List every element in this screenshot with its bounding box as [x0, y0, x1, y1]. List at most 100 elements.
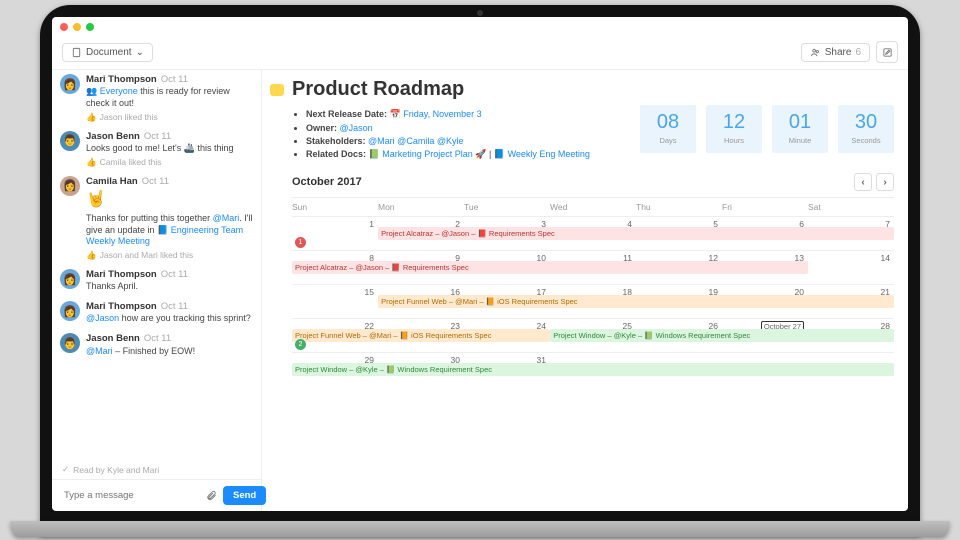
countdown-cell: 01Minute	[772, 105, 828, 153]
day-cell[interactable]: 14	[808, 250, 894, 284]
share-button[interactable]: Share 6	[801, 43, 870, 62]
weekday-header: Sun Mon Tue Wed Thu Fri Sat	[292, 198, 894, 216]
comment-marker-icon[interactable]	[270, 84, 284, 96]
thumbs-up-icon: 👍	[86, 250, 97, 261]
avatar: 👩	[60, 301, 80, 321]
liked-by: 👍Jason liked this	[86, 112, 253, 123]
laptop-frame: Document ⌄ Share 6 👩	[40, 5, 920, 535]
day-cell[interactable]: 1 1	[292, 216, 378, 250]
calendar-event[interactable]: Project Funnel Web – @Mari – 📙 iOS Requi…	[292, 329, 550, 342]
message: 👨 Jason BennOct 11 @Mari – Finished by E…	[60, 333, 253, 357]
chevron-down-icon: ⌄	[136, 47, 144, 58]
metadata-list: Next Release Date: 📅 Friday, November 3 …	[292, 109, 590, 163]
thumbs-up-icon: 👍	[86, 112, 97, 123]
message: 👩 Mari ThompsonOct 11 Thanks April.	[60, 269, 253, 293]
calendar-header: October 2017 ‹ ›	[292, 173, 894, 191]
message-author: Jason Benn	[86, 131, 140, 142]
document-icon	[71, 47, 82, 58]
document-area: Product Roadmap Next Release Date: 📅 Fri…	[262, 70, 908, 511]
top-toolbar: Document ⌄ Share 6	[52, 37, 908, 70]
calendar-month: October 2017	[292, 176, 362, 188]
zoom-dot[interactable]	[86, 23, 94, 31]
message-text: Thanks for putting this together	[86, 213, 213, 223]
calendar-grid[interactable]: 1 1 2 3 4 5 6 7 Project Alcatraz – @Jaso…	[292, 216, 894, 386]
calendar-event[interactable]: Project Alcatraz – @Jason – 📕 Requiremen…	[292, 261, 808, 274]
message-text: how are you tracking this sprint?	[119, 313, 251, 323]
field-label: Owner:	[306, 123, 337, 133]
doc-link[interactable]: 📗 Marketing Project Plan 🚀	[369, 149, 487, 159]
calendar: Sun Mon Tue Wed Thu Fri Sat 1 1 2	[292, 197, 894, 386]
countdown: 08Days 12Hours 01Minute 30Seconds	[640, 105, 894, 153]
dow: Wed	[550, 198, 636, 216]
attach-button[interactable]	[206, 486, 217, 505]
message-text: Looks good to me! Let's 🚢 this thing	[86, 143, 234, 155]
mention[interactable]: @Mari	[86, 346, 113, 356]
day-cell[interactable]: 15	[292, 284, 378, 318]
page-title: Product Roadmap	[292, 78, 894, 101]
liked-by: 👍Camila liked this	[86, 157, 234, 168]
message: 👩 Camila Han Oct 11 🤘 Thanks for putting …	[60, 176, 253, 261]
countdown-cell: 30Seconds	[838, 105, 894, 153]
message-time: Oct 11	[142, 176, 169, 187]
minimize-dot[interactable]	[73, 23, 81, 31]
message-time: Oct 11	[161, 269, 188, 280]
message-input[interactable]	[60, 486, 200, 505]
event-count-badge[interactable]: 2	[295, 339, 306, 350]
avatar: 👩	[60, 176, 80, 196]
calendar-event[interactable]: Project Alcatraz – @Jason – 📕 Requiremen…	[378, 227, 894, 240]
paperclip-icon	[206, 490, 217, 501]
people-icon	[810, 47, 821, 58]
check-icon: ✓	[62, 464, 69, 475]
avatar: 👨	[60, 333, 80, 353]
message-author: Jason Benn	[86, 333, 140, 344]
dow: Sun	[292, 198, 378, 216]
countdown-cell: 12Hours	[706, 105, 762, 153]
message-text: – Finished by EOW!	[113, 346, 196, 356]
share-label: Share	[825, 47, 852, 58]
compose-button[interactable]	[876, 41, 898, 63]
message: 👨 Jason BennOct 11 Looks good to me! Let…	[60, 131, 253, 168]
share-count: 6	[855, 47, 861, 58]
mention[interactable]: 👥 Everyone	[86, 86, 138, 96]
message-author: Camila Han	[86, 176, 138, 187]
liked-by: 👍Jason and Mari liked this	[86, 250, 253, 261]
mention[interactable]: @Mari @Camila @Kyle	[368, 136, 463, 146]
window-controls	[52, 17, 908, 37]
calendar-event[interactable]: Project Window – @Kyle – 📗 Windows Requi…	[550, 329, 894, 342]
document-dropdown[interactable]: Document ⌄	[62, 43, 153, 62]
document-dropdown-label: Document	[86, 47, 132, 58]
mention[interactable]: @Mari	[213, 213, 240, 223]
message: 👩 Mari ThompsonOct 11 @Jason how are you…	[60, 301, 253, 325]
close-dot[interactable]	[60, 23, 68, 31]
comments-sidebar: 👩 Mari ThompsonOct 11 👥 Everyone this is…	[52, 70, 262, 511]
avatar: 👩	[60, 74, 80, 94]
pencil-square-icon	[882, 47, 893, 58]
laptop-base	[10, 521, 950, 537]
event-count-badge[interactable]: 1	[295, 237, 306, 248]
avatar: 👨	[60, 131, 80, 151]
dow: Mon	[378, 198, 464, 216]
camera-dot	[477, 10, 483, 16]
calendar-event[interactable]: Project Funnel Web – @Mari – 📙 iOS Requi…	[378, 295, 894, 308]
next-month-button[interactable]: ›	[876, 173, 894, 191]
message-author: Mari Thompson	[86, 269, 157, 280]
dow: Fri	[722, 198, 808, 216]
mention[interactable]: @Jason	[340, 123, 373, 133]
field-label: Stakeholders:	[306, 136, 366, 146]
dow: Tue	[464, 198, 550, 216]
prev-month-button[interactable]: ‹	[854, 173, 872, 191]
send-button[interactable]: Send	[223, 486, 266, 505]
thumbs-up-icon: 👍	[86, 157, 97, 168]
avatar: 👩	[60, 269, 80, 289]
date-link[interactable]: 📅 Friday, November 3	[390, 109, 482, 119]
dow: Thu	[636, 198, 722, 216]
field-label: Next Release Date:	[306, 109, 387, 119]
doc-link[interactable]: 📘 Weekly Eng Meeting	[494, 149, 590, 159]
calendar-event[interactable]: Project Window – @Kyle – 📗 Windows Requi…	[292, 363, 894, 376]
compose-bar: Send	[52, 479, 261, 511]
field-label: Related Docs:	[306, 149, 366, 159]
reaction-emoji: 🤘	[86, 190, 253, 211]
mention[interactable]: @Jason	[86, 313, 119, 323]
message-time: Oct 11	[161, 74, 188, 85]
app-window: Document ⌄ Share 6 👩	[52, 17, 908, 511]
